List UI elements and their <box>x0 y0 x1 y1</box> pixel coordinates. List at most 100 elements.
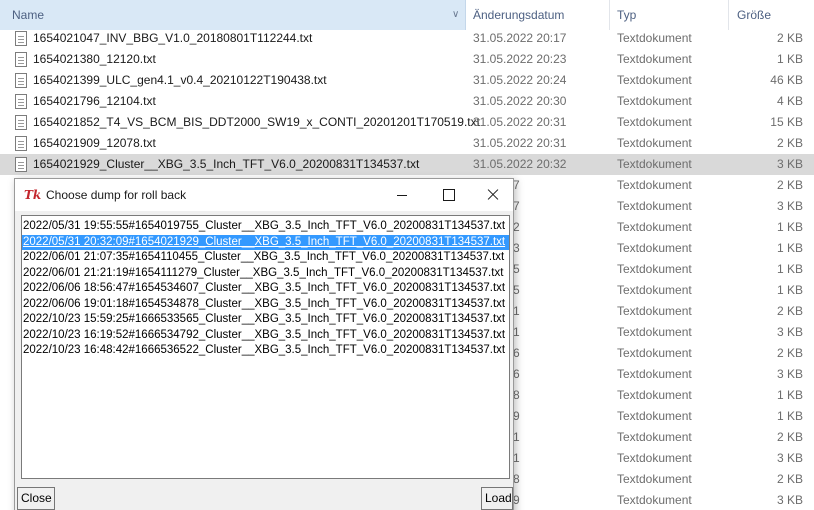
file-type: Textdokument <box>617 52 692 66</box>
file-type: Textdokument <box>617 199 692 213</box>
column-header-type[interactable]: Typ <box>611 0 729 30</box>
file-type: Textdokument <box>617 346 692 360</box>
text-file-icon <box>15 52 27 67</box>
dump-list: 2022/05/31 19:55:55#1654019755_Cluster__… <box>22 216 509 359</box>
text-file-icon <box>15 31 27 46</box>
file-size: 46 KB <box>770 73 803 87</box>
file-name: 1654021852_T4_VS_BCM_BIS_DDT2000_SW19_x_… <box>33 115 480 129</box>
file-type: Textdokument <box>617 115 692 129</box>
file-size: 2 KB <box>776 178 803 192</box>
file-type: Textdokument <box>617 73 692 87</box>
file-type: Textdokument <box>617 451 692 465</box>
file-date: 31.05.2022 20:32 <box>473 157 567 171</box>
dump-list-item[interactable]: 2022/06/01 21:07:35#1654110455_Cluster__… <box>22 250 509 266</box>
file-type: Textdokument <box>617 136 692 150</box>
file-type: Textdokument <box>617 31 692 45</box>
close-button[interactable]: Close <box>17 487 55 510</box>
dump-list-item[interactable]: 2022/06/06 18:56:47#1654534607_Cluster__… <box>22 281 509 297</box>
close-window-button[interactable] <box>471 179 513 211</box>
file-size: 2 KB <box>776 430 803 444</box>
file-type: Textdokument <box>617 430 692 444</box>
file-type: Textdokument <box>617 325 692 339</box>
file-size: 2 KB <box>776 136 803 150</box>
file-name: 1654021047_INV_BBG_V1.0_20180801T112244.… <box>33 31 313 45</box>
text-file-icon <box>15 115 27 130</box>
file-type: Textdokument <box>617 472 692 486</box>
file-type: Textdokument <box>617 262 692 276</box>
file-size: 3 KB <box>776 325 803 339</box>
dialog-titlebar[interactable]: Tk Choose dump for roll back <box>15 179 513 211</box>
dump-list-item[interactable]: 2022/06/06 19:01:18#1654534878_Cluster__… <box>22 297 509 313</box>
file-row[interactable]: 1654021796_12104.txt 31.05.2022 20:30 Text… <box>0 91 814 112</box>
file-size: 1 KB <box>776 241 803 255</box>
file-size: 1 KB <box>776 52 803 66</box>
file-type: Textdokument <box>617 493 692 507</box>
file-row[interactable]: 1654021909_12078.txt 31.05.2022 20:31 Text… <box>0 133 814 154</box>
text-file-icon <box>15 157 27 172</box>
file-size: 15 KB <box>770 115 803 129</box>
text-file-icon <box>15 136 27 151</box>
dump-list-item[interactable]: 2022/10/23 16:48:42#1666536522_Cluster__… <box>22 343 509 359</box>
load-button[interactable]: Load <box>481 487 513 510</box>
file-type: Textdokument <box>617 304 692 318</box>
file-size: 2 KB <box>776 31 803 45</box>
file-size: 3 KB <box>776 451 803 465</box>
file-name: 1654021929_Cluster__XBG_3.5_Inch_TFT_V6.… <box>33 157 420 171</box>
column-header-name-label: Name <box>12 8 45 22</box>
file-size: 2 KB <box>776 304 803 318</box>
column-header-bar: Name ∨ Änderungsdatum Typ Größe <box>0 0 814 30</box>
dump-list-item[interactable]: 2022/06/01 21:21:19#1654111279_Cluster__… <box>22 266 509 282</box>
rollback-dialog: Tk Choose dump for roll back 2022/05/31 … <box>14 178 514 510</box>
file-row[interactable]: 1654021399_ULC_gen4.1_v0.4_20210122T1904… <box>0 70 814 91</box>
file-date: 31.05.2022 20:31 <box>473 115 567 129</box>
file-date: 31.05.2022 20:30 <box>473 94 567 108</box>
file-type: Textdokument <box>617 409 692 423</box>
dialog-title: Choose dump for roll back <box>46 188 187 202</box>
file-size: 3 KB <box>776 493 803 507</box>
file-size: 2 KB <box>776 472 803 486</box>
file-type: Textdokument <box>617 220 692 234</box>
file-date: 31.05.2022 20:23 <box>473 52 567 66</box>
file-size: 1 KB <box>776 388 803 402</box>
dump-list-item[interactable]: 2022/05/31 19:55:55#1654019755_Cluster__… <box>22 219 509 235</box>
column-header-date[interactable]: Änderungsdatum <box>467 0 610 30</box>
dump-listbox[interactable]: 2022/05/31 19:55:55#1654019755_Cluster__… <box>21 215 510 479</box>
file-size: 1 KB <box>776 409 803 423</box>
text-file-icon <box>15 73 27 88</box>
file-name: 1654021909_12078.txt <box>33 136 156 150</box>
file-size: 3 KB <box>776 367 803 381</box>
dump-list-item[interactable]: 2022/05/31 20:32:09#1654021929_Cluster__… <box>22 234 509 250</box>
file-type: Textdokument <box>617 388 692 402</box>
file-size: 1 KB <box>776 283 803 297</box>
file-date: 31.05.2022 20:31 <box>473 136 567 150</box>
file-row[interactable]: 1654021852_T4_VS_BCM_BIS_DDT2000_SW19_x_… <box>0 112 814 133</box>
file-size: 1 KB <box>776 262 803 276</box>
file-size: 2 KB <box>776 346 803 360</box>
file-name: 1654021399_ULC_gen4.1_v0.4_20210122T1904… <box>33 73 327 87</box>
file-row[interactable]: 1654021929_Cluster__XBG_3.5_Inch_TFT_V6.… <box>0 154 814 175</box>
file-date: 31.05.2022 20:24 <box>473 73 567 87</box>
file-name: 1654021796_12104.txt <box>33 94 156 108</box>
file-date: 31.05.2022 20:17 <box>473 31 567 45</box>
file-row[interactable]: 1654021047_INV_BBG_V1.0_20180801T112244.… <box>0 28 814 49</box>
maximize-button[interactable] <box>425 179 471 211</box>
file-type: Textdokument <box>617 178 692 192</box>
dump-list-item[interactable]: 2022/10/23 15:59:25#1666533565_Cluster__… <box>22 312 509 328</box>
file-size: 1 KB <box>776 220 803 234</box>
file-type: Textdokument <box>617 283 692 297</box>
file-size: 3 KB <box>776 199 803 213</box>
text-file-icon <box>15 94 27 109</box>
dump-list-item[interactable]: 2022/10/23 16:19:52#1666534792_Cluster__… <box>22 328 509 344</box>
file-size: 3 KB <box>776 157 803 171</box>
file-type: Textdokument <box>617 157 692 171</box>
minimize-button[interactable] <box>379 179 425 211</box>
file-type: Textdokument <box>617 241 692 255</box>
column-header-size[interactable]: Größe <box>730 0 814 30</box>
chevron-down-icon[interactable]: ∨ <box>452 0 459 30</box>
file-row[interactable]: 1654021380_12120.txt 31.05.2022 20:23 Text… <box>0 49 814 70</box>
file-type: Textdokument <box>617 367 692 381</box>
file-name: 1654021380_12120.txt <box>33 52 156 66</box>
column-header-name[interactable]: Name ∨ <box>0 0 466 30</box>
tk-feather-icon: Tk <box>24 188 42 202</box>
file-type: Textdokument <box>617 94 692 108</box>
